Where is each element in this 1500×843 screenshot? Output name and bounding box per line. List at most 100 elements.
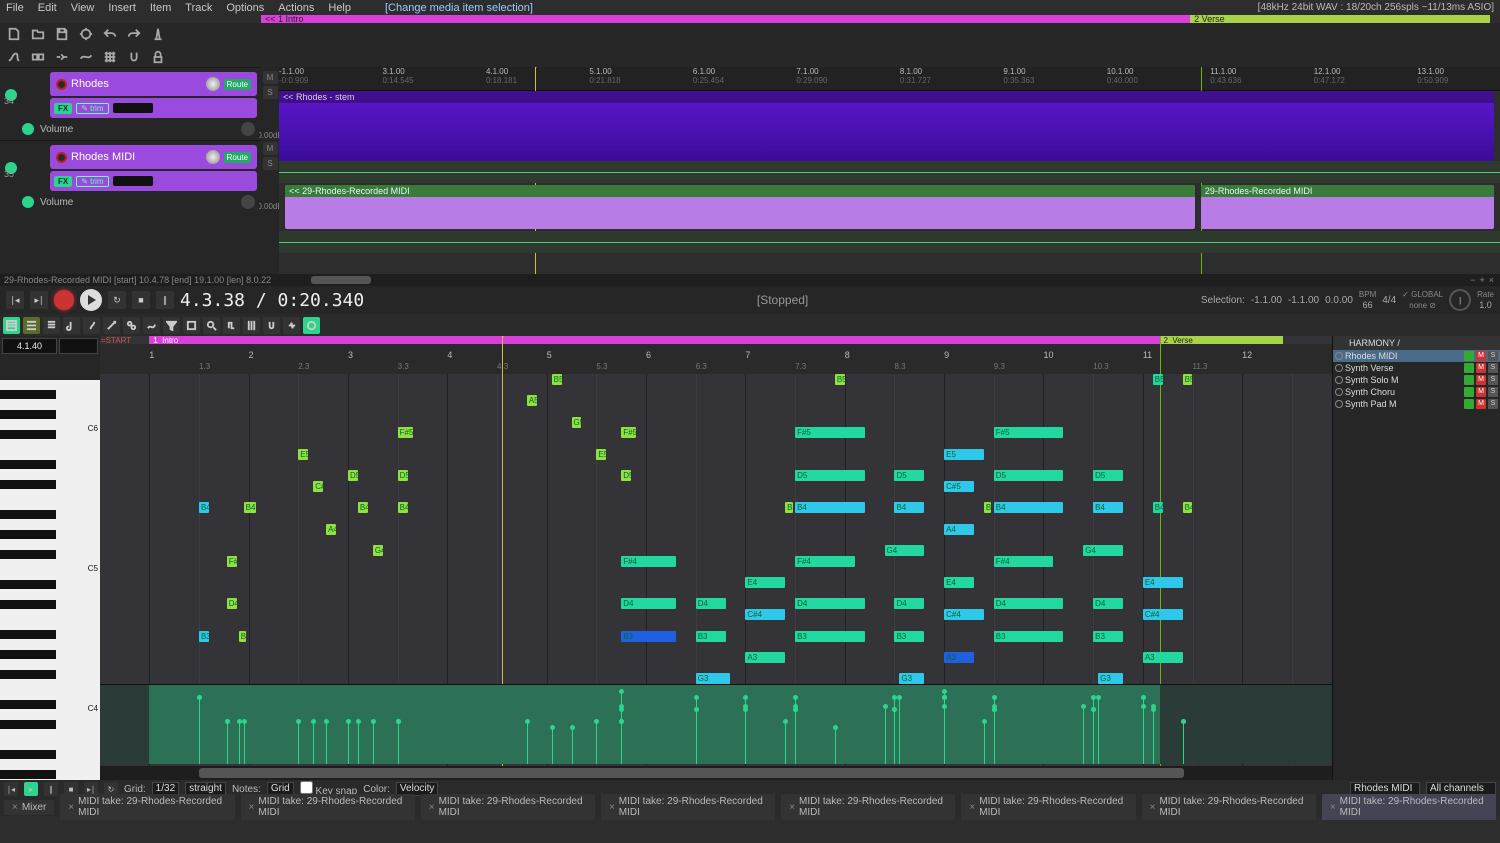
midi-note[interactable]: G3: [899, 673, 924, 684]
midi-note[interactable]: B4: [894, 502, 924, 513]
track-list-toggle-icon[interactable]: [303, 317, 320, 334]
envelope-knob-icon[interactable]: [241, 195, 255, 209]
docker-tab[interactable]: ×MIDI take: 29-Rhodes-Recorded MIDI: [601, 794, 775, 820]
record-arm-button[interactable]: [56, 79, 67, 90]
midi-clip[interactable]: << 29-Rhodes-Recorded MIDI: [285, 185, 1195, 229]
midi-note[interactable]: A4: [326, 524, 336, 535]
midi-note[interactable]: D4: [894, 598, 924, 609]
midi-note[interactable]: C#5: [944, 481, 974, 492]
midi-note[interactable]: F#4: [621, 556, 676, 567]
midi-note[interactable]: A3: [745, 652, 785, 663]
midi-note[interactable]: A5: [527, 395, 537, 406]
midi-note[interactable]: G5: [572, 417, 582, 428]
grid-icon[interactable]: [100, 47, 120, 67]
track-name[interactable]: Rhodes: [71, 78, 202, 90]
envelope-label[interactable]: Volume: [40, 197, 235, 208]
automation-mode[interactable]: none ⊘: [1409, 301, 1436, 310]
track-solo-button[interactable]: S: [1488, 387, 1498, 397]
midi-length-field[interactable]: [59, 338, 98, 354]
track-solo-button[interactable]: S: [1488, 399, 1498, 409]
midi-note[interactable]: D5: [795, 470, 865, 481]
midi-note[interactable]: B4: [1093, 502, 1123, 513]
save-project-icon[interactable]: [52, 24, 72, 44]
piano-roll-view-icon[interactable]: [3, 317, 20, 334]
envelope-knob-icon[interactable]: [241, 122, 255, 136]
pause-button[interactable]: ∥: [156, 291, 174, 309]
cc-lane[interactable]: [100, 684, 1332, 764]
track-list-row[interactable]: Synth Pad MMS: [1333, 398, 1500, 410]
midi-region-verse[interactable]: 2 Verse: [1160, 336, 1283, 344]
midi-grid-icon[interactable]: [243, 317, 260, 334]
midi-note[interactable]: B5: [1183, 374, 1193, 385]
midi-note[interactable]: D4: [621, 598, 676, 609]
midi-note[interactable]: B3: [894, 631, 924, 642]
docker-tab[interactable]: ×MIDI take: 29-Rhodes-Recorded MIDI: [1142, 794, 1316, 820]
track-mute-button[interactable]: M: [1476, 351, 1486, 361]
midi-note[interactable]: B3: [621, 631, 676, 642]
play-button[interactable]: [80, 289, 102, 311]
pan-knob-icon[interactable]: [206, 77, 220, 91]
track-color-icon[interactable]: [1464, 387, 1474, 397]
midi-note[interactable]: D5: [621, 470, 631, 481]
midi-note[interactable]: D5: [398, 470, 408, 481]
midi-note[interactable]: B5: [835, 374, 845, 385]
midi-note[interactable]: D4: [696, 598, 726, 609]
docker-tab[interactable]: ×MIDI take: 29-Rhodes-Recorded MIDI: [60, 794, 234, 820]
route-button[interactable]: Route: [224, 79, 251, 90]
solo-button[interactable]: S: [263, 86, 278, 99]
midi-note[interactable]: B4: [785, 502, 792, 513]
midi-note[interactable]: F#4: [795, 556, 855, 567]
track-visibility-icon[interactable]: [1335, 400, 1343, 408]
notation-view-icon[interactable]: [63, 317, 80, 334]
envelope-power-icon[interactable]: [22, 196, 34, 208]
snap-icon[interactable]: [124, 47, 144, 67]
midi-note[interactable]: D4: [1093, 598, 1123, 609]
track-color-icon[interactable]: [1464, 363, 1474, 373]
midi-note[interactable]: C#5: [313, 481, 323, 492]
timesig[interactable]: 4/4: [1382, 295, 1396, 306]
midi-note[interactable]: B3: [239, 631, 246, 642]
arrange-hscrollbar[interactable]: [311, 276, 371, 284]
menu-view[interactable]: View: [71, 2, 95, 14]
mute-button[interactable]: M: [263, 142, 278, 155]
tab-close-icon[interactable]: ×: [1150, 802, 1156, 813]
docker-tab[interactable]: ×MIDI take: 29-Rhodes-Recorded MIDI: [781, 794, 955, 820]
tab-close-icon[interactable]: ×: [68, 802, 74, 813]
midi-note[interactable]: F#4: [994, 556, 1054, 567]
trim-button[interactable]: ✎ trim: [76, 103, 108, 114]
volume-meter[interactable]: [113, 103, 153, 113]
midi-note[interactable]: B4: [358, 502, 368, 513]
track-list-row[interactable]: Synth ChoruMS: [1333, 386, 1500, 398]
midi-note[interactable]: E5: [944, 449, 984, 460]
tab-close-icon[interactable]: ×: [249, 802, 255, 813]
midi-note[interactable]: B3: [1093, 631, 1123, 642]
tab-close-icon[interactable]: ×: [969, 802, 975, 813]
midi-note[interactable]: F#4: [227, 556, 237, 567]
track-list-header[interactable]: HARMONY /: [1333, 336, 1500, 350]
midi-note[interactable]: D4: [227, 598, 237, 609]
track-list-row[interactable]: Synth VerseMS: [1333, 362, 1500, 374]
goto-end-button[interactable]: ▸∣: [30, 291, 48, 309]
midi-note[interactable]: B5: [552, 374, 562, 385]
named-notes-view-icon[interactable]: [23, 317, 40, 334]
project-settings-icon[interactable]: [76, 24, 96, 44]
midi-ruler[interactable]: 11.322.333.344.355.366.377.388.399.31010…: [100, 344, 1332, 374]
new-project-icon[interactable]: [4, 24, 24, 44]
midi-note[interactable]: G4: [1083, 545, 1123, 556]
navigator-plus-icon[interactable]: +: [1479, 274, 1484, 286]
midi-note[interactable]: E4: [1143, 577, 1183, 588]
midi-note[interactable]: G3: [1098, 673, 1123, 684]
track-solo-button[interactable]: S: [1488, 375, 1498, 385]
step-input-icon[interactable]: [223, 317, 240, 334]
midi-play-button[interactable]: ▸: [24, 782, 38, 796]
trim-button[interactable]: ✎ trim: [76, 176, 108, 187]
docker-tab[interactable]: ×MIDI take: 29-Rhodes-Recorded MIDI: [421, 794, 595, 820]
midi-note[interactable]: D5: [894, 470, 924, 481]
track-color-icon[interactable]: [1464, 351, 1474, 361]
midi-note[interactable]: B5: [1153, 374, 1163, 385]
tab-close-icon[interactable]: ×: [609, 802, 615, 813]
volume-meter[interactable]: [113, 176, 153, 186]
midi-note[interactable]: B3: [795, 631, 865, 642]
auto-crossfade-icon[interactable]: [4, 47, 24, 67]
midi-note[interactable]: C#4: [944, 609, 984, 620]
